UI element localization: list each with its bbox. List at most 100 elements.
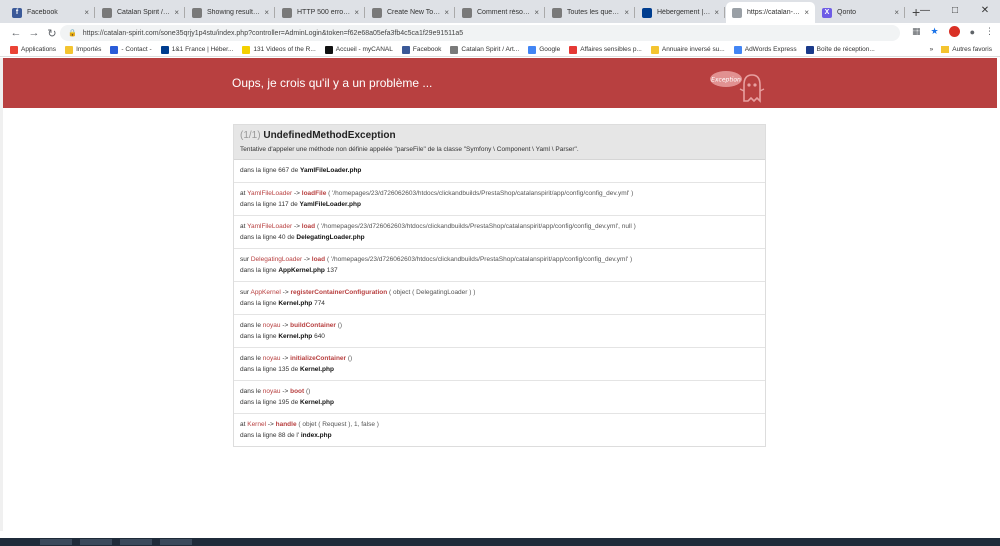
trace-file[interactable]: AppKernel.php	[278, 267, 325, 274]
trace-call: at YamlFileLoader -> loadFile ( '/homepa…	[240, 188, 759, 199]
trace-file[interactable]: YamlFileLoader.php	[300, 167, 361, 174]
bookmark-item[interactable]: Importés	[65, 45, 101, 54]
tab-close-icon[interactable]: ×	[84, 8, 89, 17]
tab-close-icon[interactable]: ×	[624, 8, 629, 17]
bookmark-item[interactable]: Applications	[10, 45, 56, 54]
other-bookmarks[interactable]: Autres favoris	[952, 46, 992, 53]
tab-close-icon[interactable]: ×	[714, 8, 719, 17]
trace-file[interactable]: DelegatingLoader.php	[296, 234, 364, 241]
trace-item: dans le noyau -> initializeContainer () d…	[234, 347, 765, 380]
trace-location-prefix: dans la ligne	[240, 267, 277, 274]
bookmark-item[interactable]: Affaires sensibles p...	[569, 45, 642, 54]
browser-tab[interactable]: Catalan Spirit / Art...×	[96, 2, 185, 23]
trace-class[interactable]: DelegatingLoader	[251, 256, 302, 263]
tab-close-icon[interactable]: ×	[174, 8, 179, 17]
trace-class[interactable]: AppKernel	[250, 289, 280, 296]
tab-close-icon[interactable]: ×	[894, 8, 899, 17]
bookmark-label: Boîte de réception...	[816, 46, 875, 53]
bookmark-item[interactable]: AdWords Express	[733, 45, 797, 54]
trace-class[interactable]: YamlFileLoader	[247, 223, 292, 230]
browser-tab[interactable]: Showing results for...×	[186, 2, 275, 23]
trace-class[interactable]: noyau	[263, 322, 281, 329]
toolbar-actions: ▦ ★ ● ⋮	[912, 26, 994, 37]
bookmark-item[interactable]: Catalan Spirit / Art...	[450, 45, 519, 54]
taskbar-item[interactable]	[40, 539, 72, 545]
minimize-button[interactable]: —	[910, 0, 940, 20]
trace-operator: ->	[282, 355, 289, 362]
bookmark-item[interactable]: 1&1 France | Héber...	[160, 45, 233, 54]
trace-class[interactable]: YamlFileLoader	[247, 190, 292, 197]
folder-icon	[941, 46, 950, 53]
forward-button[interactable]: →	[26, 27, 42, 39]
trace-file[interactable]: YamlFileLoader.php	[300, 201, 361, 208]
browser-tab[interactable]: https://catalan-spirit...×	[726, 2, 815, 23]
bookmark-item[interactable]: Annuaire inversé su...	[650, 45, 725, 54]
trace-function: handle	[275, 421, 297, 428]
trace-call: sur AppKernel -> registerContainerConfig…	[240, 287, 759, 298]
bookmark-item[interactable]: Google	[528, 45, 560, 54]
ghost-icon: Exception	[710, 71, 765, 103]
trace-file[interactable]: Kernel.php	[300, 366, 334, 373]
page-title: Oups, je crois qu'il y a un problème ...	[232, 76, 433, 90]
menu-icon[interactable]: ⋮	[985, 26, 994, 37]
bookmark-star-icon[interactable]: ★	[930, 26, 938, 37]
tab-close-icon[interactable]: ×	[264, 8, 269, 17]
tab-label: Facebook	[27, 9, 58, 16]
trace-class[interactable]: noyau	[263, 388, 281, 395]
tab-label: Showing results for...	[207, 9, 261, 16]
trace-line-number: 640	[314, 333, 325, 340]
prestashop-icon	[192, 7, 202, 18]
trace-operator: ->	[282, 289, 289, 296]
browser-tab[interactable]: Hébergement | 1&1...×	[636, 2, 725, 23]
tab-close-icon[interactable]: ×	[444, 8, 449, 17]
browser-tab[interactable]: Create New Topic - ×	[366, 2, 455, 23]
trace-line-number: 774	[314, 300, 325, 307]
browser-tab[interactable]: Comment résoudre...×	[456, 2, 545, 23]
trace-file[interactable]: Kernel.php	[278, 333, 312, 340]
taskbar-item[interactable]	[80, 539, 112, 545]
trace-class[interactable]: Kernel	[247, 421, 266, 428]
tab-close-icon[interactable]: ×	[534, 8, 539, 17]
bookmark-item[interactable]: - Contact -	[110, 45, 152, 54]
trace-location: dans la ligne AppKernel.php 137	[240, 265, 759, 276]
trace-args: ( objet ( Request ), 1, false )	[298, 421, 379, 428]
trace-args: ()	[347, 355, 353, 362]
bookmark-label: Accueil - myCANAL	[335, 46, 393, 53]
back-button[interactable]: ←	[8, 27, 24, 39]
reload-button[interactable]: ↻	[44, 27, 60, 40]
trace-file[interactable]: Kernel.php	[300, 399, 334, 406]
bookmark-favicon-icon	[10, 45, 18, 54]
close-window-button[interactable]: ✕	[970, 0, 1000, 20]
tab-close-icon[interactable]: ×	[354, 8, 359, 17]
bookmark-item[interactable]: Facebook	[401, 45, 441, 54]
trace-file[interactable]: index.php	[301, 432, 332, 439]
prestashop-icon	[372, 7, 382, 18]
maximize-button[interactable]: □	[940, 0, 970, 20]
bookmark-item[interactable]: 131 Videos of the R...	[242, 45, 316, 54]
taskbar-item[interactable]	[120, 539, 152, 545]
address-bar[interactable]: 🔒 https://catalan-spirit.com/sone35qrjy1…	[60, 25, 900, 41]
exception-header: (1/1) UndefinedMethodException Tentative…	[234, 125, 765, 160]
trace-function: load	[301, 223, 316, 230]
translate-icon[interactable]: ▦	[912, 26, 921, 37]
bookmark-item[interactable]: Accueil - myCANAL	[324, 45, 393, 54]
browser-tab[interactable]: Toutes les questions...×	[546, 2, 635, 23]
tab-close-icon[interactable]: ×	[804, 8, 809, 17]
taskbar-item[interactable]	[160, 539, 192, 545]
extension-icon[interactable]	[948, 26, 960, 37]
bookmark-favicon-icon	[160, 45, 169, 54]
trace-file[interactable]: Kernel.php	[278, 300, 312, 307]
browser-tab[interactable]: HTTP 500 error, afte...×	[276, 2, 365, 23]
bookmark-label: Annuaire inversé su...	[661, 46, 725, 53]
trace-location: dans la ligne 117 de YamlFileLoader.php	[240, 199, 759, 210]
bookmarks-overflow[interactable]: »	[930, 46, 934, 53]
trace-location-prefix: dans la ligne 40 de	[240, 234, 295, 241]
profile-icon[interactable]: ●	[970, 27, 975, 37]
browser-tab[interactable]: f Facebook ×	[6, 2, 95, 23]
trace-item: dans le noyau -> buildContainer () dans l…	[234, 314, 765, 347]
bookmark-item[interactable]: Boîte de réception...	[805, 45, 875, 54]
bookmark-favicon-icon	[805, 45, 814, 54]
trace-location: dans la ligne 88 de l' index.php	[240, 430, 759, 441]
trace-class[interactable]: noyau	[263, 355, 281, 362]
browser-tab[interactable]: X Qonto ×	[816, 2, 905, 23]
